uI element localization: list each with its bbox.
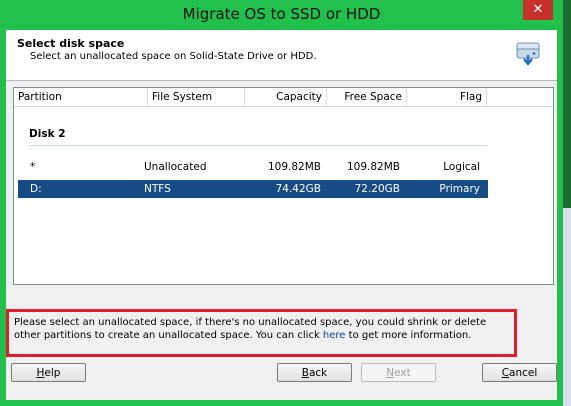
back-label: ack [308,367,328,379]
info-message: Please select an unallocated space, if t… [14,316,509,342]
column-header-row: Partition File System Capacity Free Spac… [14,88,553,107]
column-header-partition[interactable]: Partition [14,88,148,106]
next-button[interactable]: Next [361,363,436,382]
info-text-after: to get more information. [345,330,472,341]
partition-row-unallocated[interactable]: * Unallocated 109.82MB 109.82MB Logical [18,158,488,176]
column-header-flag[interactable]: Flag [407,88,487,106]
next-label: ext [394,367,411,379]
info-highlight-box: Please select an unallocated space, if t… [6,309,517,357]
partition-row-d[interactable]: D: NTFS 74.42GB 72.20GB Primary [18,180,488,198]
header-title: Select disk space [17,37,125,50]
disk-divider [29,145,488,146]
column-header-capacity[interactable]: Capacity [245,88,327,106]
dialog-body: Select disk space Select an unallocated … [6,30,557,400]
row-partition: * [30,161,36,173]
disk-label: Disk 2 [29,128,66,140]
help-label: elp [44,367,61,379]
next-mnemonic: N [386,367,395,379]
row-flag: Primary [439,183,480,195]
cancel-button[interactable]: Cancel [482,363,557,382]
background-window-strip [563,0,571,406]
header-subtitle: Select an unallocated space on Solid-Sta… [30,51,317,62]
cancel-label: ancel [509,367,538,379]
disk-migrate-icon [516,42,540,66]
more-info-link[interactable]: here [323,330,346,341]
row-free-space: 109.82MB [346,161,400,173]
help-button[interactable]: Help [11,363,86,382]
row-file-system: Unallocated [144,161,207,173]
row-capacity: 109.82MB [267,161,321,173]
row-file-system: NTFS [144,183,171,195]
title-bar[interactable]: Migrate OS to SSD or HDD ✕ [0,0,563,30]
row-flag: Logical [443,161,480,173]
background-window-panel [563,208,571,406]
back-mnemonic: B [301,367,309,379]
row-capacity: 74.42GB [275,183,321,195]
close-icon: ✕ [532,2,544,17]
wizard-header: Select disk space Select an unallocated … [6,30,557,81]
close-button[interactable]: ✕ [523,0,553,20]
cancel-mnemonic: C [501,367,510,379]
row-partition: D: [30,183,42,195]
row-free-space: 72.20GB [354,183,400,195]
column-header-free-space[interactable]: Free Space [327,88,407,106]
column-header-file-system[interactable]: File System [148,88,245,106]
migrate-dialog: Migrate OS to SSD or HDD ✕ Select disk s… [0,0,563,406]
window-title: Migrate OS to SSD or HDD [182,5,381,23]
partition-list[interactable]: Partition File System Capacity Free Spac… [13,87,554,285]
back-button[interactable]: Back [277,363,352,382]
